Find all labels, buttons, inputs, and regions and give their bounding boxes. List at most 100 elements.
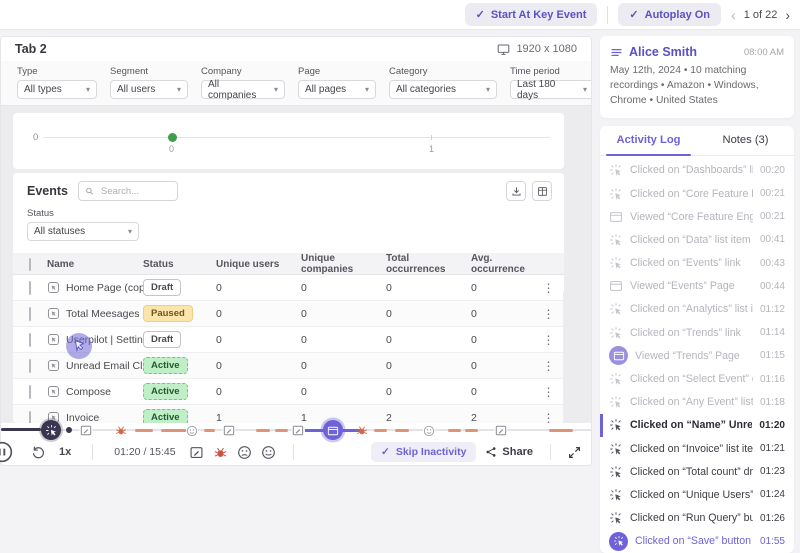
filter-dropdown[interactable]: All types ▾ bbox=[17, 80, 97, 99]
chevron-right-icon[interactable]: › bbox=[785, 7, 790, 23]
col-name[interactable]: Name bbox=[47, 259, 143, 270]
status-dropdown[interactable]: All statuses ▾ bbox=[27, 222, 139, 241]
event-name: Total Meesages bbox=[66, 308, 140, 320]
filter-dropdown[interactable]: Last 180 days ▾ bbox=[510, 80, 591, 99]
activity-log-item[interactable]: Clicked on “Select Event” dropdown 01:16 bbox=[600, 367, 794, 390]
sidebar-tab[interactable]: Activity Log bbox=[600, 126, 697, 155]
table-row[interactable]: Invoice Active 1 1 2 2 ⋮ bbox=[13, 405, 564, 423]
activity-log-item[interactable]: Clicked on “Events” link 00:43 bbox=[600, 252, 794, 275]
bug-marker-icon[interactable] bbox=[115, 424, 128, 437]
fullscreen-icon[interactable] bbox=[568, 446, 581, 459]
col-unique-companies[interactable]: Unique companies bbox=[301, 253, 386, 275]
activity-log-item[interactable]: Clicked on “Core Feature Engagem... 00:2… bbox=[600, 182, 794, 205]
col-unique-users[interactable]: Unique users bbox=[216, 259, 301, 270]
activity-log-item[interactable]: Viewed “Events” Page 00:44 bbox=[600, 275, 794, 298]
table-row[interactable]: Compose Active 0 0 0 0 ⋮ bbox=[13, 379, 564, 405]
share-button[interactable]: Share bbox=[485, 446, 533, 458]
col-total-occurrences[interactable]: Total occurrences bbox=[386, 253, 471, 275]
activity-log-item[interactable]: Clicked on “Total count” dropdown 01:23 bbox=[600, 460, 794, 483]
activity-log-item[interactable]: Clicked on “Invoice” list item 01:21 bbox=[600, 437, 794, 460]
replay-10-icon[interactable] bbox=[31, 445, 46, 460]
click-icon bbox=[609, 511, 623, 525]
col-status[interactable]: Status bbox=[143, 259, 216, 270]
activity-log-item[interactable]: Clicked on “Name” Unread Email C... 01:2… bbox=[600, 414, 794, 437]
start-at-key-event-button[interactable]: ✓ Start At Key Event bbox=[465, 3, 598, 26]
bug-marker-icon[interactable] bbox=[356, 424, 369, 437]
note-marker-icon[interactable] bbox=[495, 424, 508, 437]
filter-dropdown[interactable]: All users ▾ bbox=[110, 80, 188, 99]
activity-log-item[interactable]: Clicked on “Unique Users” list item 01:2… bbox=[600, 483, 794, 506]
activity-log-item[interactable]: Clicked on “Data” list item 00:41 bbox=[600, 228, 794, 251]
filter-dropdown[interactable]: All pages ▾ bbox=[298, 80, 376, 99]
event-dot[interactable] bbox=[66, 427, 72, 433]
select-all-checkbox[interactable] bbox=[29, 258, 31, 271]
event-icon bbox=[47, 333, 60, 346]
frown-reaction-button[interactable] bbox=[237, 445, 252, 460]
table-row[interactable]: Unread Email Click Active 0 0 0 0 ⋮ bbox=[13, 353, 564, 379]
tab-label: Notes (3) bbox=[722, 134, 768, 146]
table-row[interactable]: Home Page (copy) Draft 0 0 0 0 ⋮ bbox=[13, 275, 564, 301]
user-name[interactable]: Alice Smith bbox=[629, 45, 697, 59]
report-bug-button[interactable] bbox=[213, 445, 228, 460]
row-menu-kebab-icon[interactable]: ⋮ bbox=[533, 333, 564, 347]
activity-log-item[interactable]: Viewed “Core Feature Engagment” 00:21 bbox=[600, 205, 794, 228]
table-row[interactable]: Userpilot | Settings Draft 0 0 0 0 ⋮ bbox=[13, 327, 564, 353]
row-menu-kebab-icon[interactable]: ⋮ bbox=[533, 281, 564, 295]
pause-button[interactable] bbox=[0, 441, 13, 463]
activity-label: Clicked on “Events” link bbox=[630, 257, 753, 269]
autoplay-label: Autoplay On bbox=[645, 9, 710, 21]
click-icon bbox=[609, 418, 623, 432]
activity-time: 01:20 bbox=[759, 420, 785, 431]
row-checkbox[interactable] bbox=[29, 359, 31, 373]
sentiment-marker-icon[interactable] bbox=[186, 424, 198, 436]
activity-log-item[interactable]: Clicked on “Run Query” button 01:26 bbox=[600, 507, 794, 530]
search-input[interactable] bbox=[99, 185, 171, 198]
unique-users-value: 0 bbox=[216, 334, 301, 346]
click-icon bbox=[609, 256, 623, 270]
table-row[interactable]: Total Meesages Paused 0 0 0 0 ⋮ bbox=[13, 301, 564, 327]
activity-log-item[interactable]: Clicked on “Analytics” list item 01:12 bbox=[600, 298, 794, 321]
add-note-button[interactable] bbox=[189, 445, 204, 460]
sentiment-marker-icon[interactable] bbox=[423, 424, 435, 436]
activity-log-item[interactable]: Viewed “Trends” Page 01:15 bbox=[600, 344, 794, 367]
smile-reaction-button[interactable] bbox=[261, 445, 276, 460]
playback-timeline[interactable] bbox=[1, 423, 591, 437]
events-search-box[interactable] bbox=[78, 181, 178, 201]
columns-button[interactable] bbox=[532, 181, 552, 201]
row-menu-kebab-icon[interactable]: ⋮ bbox=[533, 411, 564, 424]
user-card[interactable]: Alice Smith 08:00 AM May 12th, 2024 • 10… bbox=[600, 36, 794, 118]
replay-header: Tab 2 1920 x 1080 bbox=[1, 37, 591, 61]
note-marker-icon[interactable] bbox=[80, 424, 93, 437]
autoplay-toggle-button[interactable]: ✓ Autoplay On bbox=[618, 3, 721, 26]
activity-log-item[interactable]: Clicked on “Any Event” list item 01:18 bbox=[600, 391, 794, 414]
unique-companies-value: 0 bbox=[301, 386, 386, 398]
chevron-left-icon[interactable]: ‹ bbox=[731, 7, 736, 23]
click-icon bbox=[609, 395, 623, 409]
activity-log-item[interactable]: Clicked on “Dashboards” list item 00:20 bbox=[600, 159, 794, 182]
filter-dropdown[interactable]: All categories ▾ bbox=[389, 80, 497, 99]
row-checkbox[interactable] bbox=[29, 333, 31, 347]
playback-speed-button[interactable]: 1x bbox=[59, 446, 71, 458]
row-checkbox[interactable] bbox=[29, 307, 31, 321]
row-checkbox[interactable] bbox=[29, 411, 31, 424]
activity-log-item[interactable]: Clicked on “Trends” link 01:14 bbox=[600, 321, 794, 344]
note-marker-icon[interactable] bbox=[223, 424, 236, 437]
row-menu-kebab-icon[interactable]: ⋮ bbox=[533, 385, 564, 399]
avg-occurrence-value: 0 bbox=[471, 360, 533, 372]
row-menu-kebab-icon[interactable]: ⋮ bbox=[533, 307, 564, 321]
note-marker-icon[interactable] bbox=[292, 424, 305, 437]
filter-dropdown[interactable]: All companies ▾ bbox=[201, 80, 285, 99]
download-button[interactable] bbox=[506, 181, 526, 201]
controls-divider bbox=[550, 444, 551, 460]
row-checkbox[interactable] bbox=[29, 385, 31, 399]
col-avg-occurrence[interactable]: Avg. occurrence bbox=[471, 253, 533, 275]
row-menu-kebab-icon[interactable]: ⋮ bbox=[533, 359, 564, 373]
events-actions bbox=[506, 181, 552, 201]
activity-log-item[interactable]: Clicked on “Save” button 01:55 bbox=[600, 530, 794, 553]
chart-data-point[interactable] bbox=[168, 133, 177, 142]
skip-inactivity-toggle[interactable]: ✓ Skip Inactivity bbox=[371, 442, 476, 462]
sidebar-tab[interactable]: Notes (3) bbox=[697, 126, 794, 155]
row-checkbox[interactable] bbox=[29, 281, 31, 295]
activity-time: 01:15 bbox=[760, 350, 785, 361]
session-meta: May 12th, 2024 • 10 matching recordings … bbox=[610, 64, 784, 109]
